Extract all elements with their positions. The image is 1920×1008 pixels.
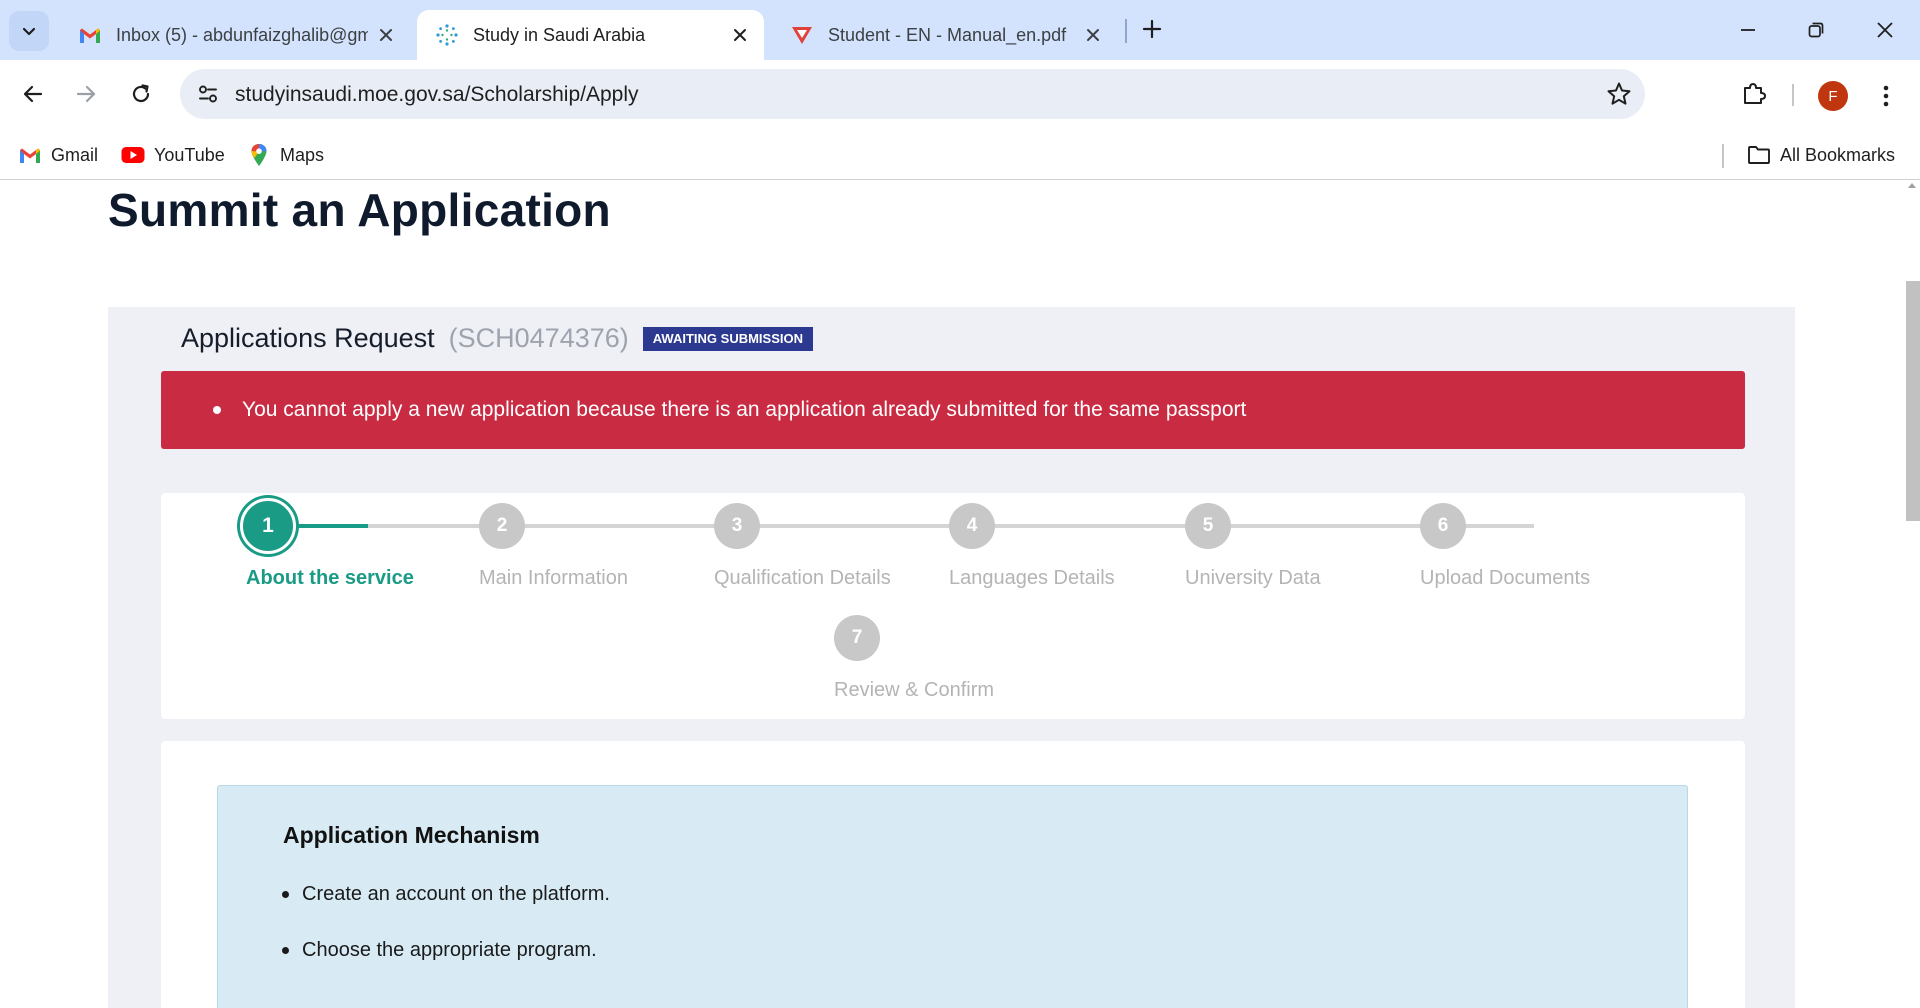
tab-search-button[interactable] xyxy=(9,11,49,51)
tab-title: Student - EN - Manual_en.pdf xyxy=(828,24,1067,45)
step-label: Review & Confirm xyxy=(834,679,995,701)
bookmark-star-icon[interactable] xyxy=(1605,80,1633,108)
tab-gmail[interactable]: Inbox (5) - abdunfaizghalib@gmail.com xyxy=(60,10,410,60)
step-label: Languages Details xyxy=(949,567,1115,589)
tab-manual-pdf[interactable]: Student - EN - Manual_en.pdf xyxy=(772,10,1117,60)
web-page: Summit an Application Applications Reque… xyxy=(0,181,1906,1008)
bookmark-youtube[interactable]: YouTube xyxy=(120,140,225,170)
tab-separator xyxy=(1125,19,1127,43)
plus-icon xyxy=(1142,19,1162,39)
maps-icon xyxy=(246,143,272,167)
service-info-card: Application Mechanism Create an account … xyxy=(161,741,1745,1008)
scroll-up-arrow-icon[interactable] xyxy=(1908,183,1916,188)
scrollbar-thumb[interactable] xyxy=(1906,281,1920,521)
site-icon xyxy=(435,23,459,47)
puzzle-icon xyxy=(1744,83,1766,104)
new-tab-button[interactable] xyxy=(1137,14,1167,44)
page-scrollbar[interactable] xyxy=(1906,181,1920,1008)
toolbar-separator xyxy=(1792,84,1794,106)
browser-toolbar: studyinsaudi.moe.gov.sa/Scholarship/Appl… xyxy=(0,60,1920,130)
step-label: About the service xyxy=(246,567,414,589)
request-id: (SCH0474376) xyxy=(448,323,629,353)
bookmark-gmail[interactable]: Gmail xyxy=(17,140,98,170)
mechanism-title: Application Mechanism xyxy=(283,822,540,848)
forward-button[interactable] xyxy=(66,74,106,114)
step-number: 6 xyxy=(1420,503,1466,549)
all-bookmarks-button[interactable]: All Bookmarks xyxy=(1746,140,1895,170)
step-number: 3 xyxy=(714,503,760,549)
application-panel: Applications Request (SCH0474376) AWAITI… xyxy=(108,307,1795,1008)
bookmark-maps[interactable]: Maps xyxy=(246,140,324,170)
restore-button[interactable] xyxy=(1796,12,1836,48)
back-button[interactable] xyxy=(13,74,53,114)
alert-message: You cannot apply a new application becau… xyxy=(242,398,1247,421)
request-header: Applications Request (SCH0474376) AWAITI… xyxy=(181,323,813,354)
reload-icon xyxy=(132,84,150,103)
extensions-button[interactable] xyxy=(1736,75,1772,111)
request-title: Applications Request xyxy=(181,323,435,353)
step-number: 2 xyxy=(479,503,525,549)
close-tab-icon[interactable] xyxy=(374,23,398,47)
close-icon xyxy=(1877,22,1893,38)
application-mechanism-box: Application Mechanism Create an account … xyxy=(217,785,1688,1008)
step-number: 7 xyxy=(834,615,880,661)
close-window-button[interactable] xyxy=(1865,12,1905,48)
tab-title: Inbox (5) - abdunfaizghalib@gmail.com xyxy=(116,24,368,45)
list-item: Choose the appropriate program. xyxy=(282,938,610,994)
all-bookmarks-label: All Bookmarks xyxy=(1780,144,1896,165)
bookmark-label: Gmail xyxy=(51,144,99,165)
reload-button[interactable] xyxy=(121,74,161,114)
step-number: 5 xyxy=(1185,503,1231,549)
status-badge: AWAITING SUBMISSION xyxy=(642,326,813,351)
page-title: Summit an Application xyxy=(108,184,611,236)
step-label: Main Information xyxy=(479,567,628,589)
youtube-icon xyxy=(120,143,146,167)
restore-icon xyxy=(1808,22,1824,38)
bookmarks-bar: Gmail YouTube Maps All Bookmarks xyxy=(0,130,1920,180)
close-tab-icon[interactable] xyxy=(1081,23,1105,47)
step-label: University Data xyxy=(1185,567,1321,589)
tab-study-in-saudi[interactable]: Study in Saudi Arabia xyxy=(417,10,764,60)
error-alert: You cannot apply a new application becau… xyxy=(161,371,1745,449)
minimize-button[interactable] xyxy=(1728,12,1768,48)
profile-avatar[interactable]: F xyxy=(1818,81,1848,111)
gmail-icon xyxy=(17,143,43,167)
bookmark-label: YouTube xyxy=(154,144,225,165)
site-info-icon[interactable] xyxy=(192,78,224,110)
kebab-menu-icon xyxy=(1883,85,1889,107)
mechanism-list: Create an account on the platform. Choos… xyxy=(282,882,610,994)
step-label: Qualification Details xyxy=(714,567,891,589)
step-number: 1 xyxy=(240,498,296,554)
bullet-icon xyxy=(213,406,221,414)
chevron-down-icon xyxy=(22,27,36,36)
address-bar[interactable]: studyinsaudi.moe.gov.sa/Scholarship/Appl… xyxy=(180,69,1645,119)
list-item: Create an account on the platform. xyxy=(282,882,610,938)
steps-progress: 1 About the service 2 Main Information 3… xyxy=(161,493,1745,719)
bookmarks-separator xyxy=(1722,144,1724,168)
close-tab-icon[interactable] xyxy=(728,23,752,47)
tab-title: Study in Saudi Arabia xyxy=(473,24,646,45)
folder-icon xyxy=(1746,143,1772,167)
tab-strip: Inbox (5) - abdunfaizghalib@gmail.com St… xyxy=(0,0,1920,60)
arrow-left-icon xyxy=(23,85,43,103)
gmail-icon xyxy=(78,23,102,47)
step-number: 4 xyxy=(949,503,995,549)
url-text[interactable]: studyinsaudi.moe.gov.sa/Scholarship/Appl… xyxy=(235,83,639,107)
minimize-icon xyxy=(1741,29,1755,31)
arrow-right-icon xyxy=(76,85,96,103)
pdf-icon xyxy=(790,23,814,47)
bookmark-label: Maps xyxy=(280,144,325,165)
browser-menu-button[interactable] xyxy=(1872,78,1900,114)
step-label: Upload Documents xyxy=(1420,567,1591,589)
